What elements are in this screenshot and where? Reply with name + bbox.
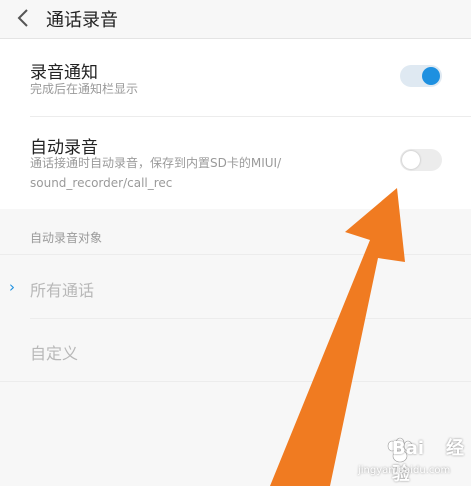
watermark-brand: Bai 经验: [392, 438, 465, 485]
orange-arrow-annotation: [270, 188, 405, 486]
watermark-url: jingyan.baidu.com: [358, 465, 451, 476]
